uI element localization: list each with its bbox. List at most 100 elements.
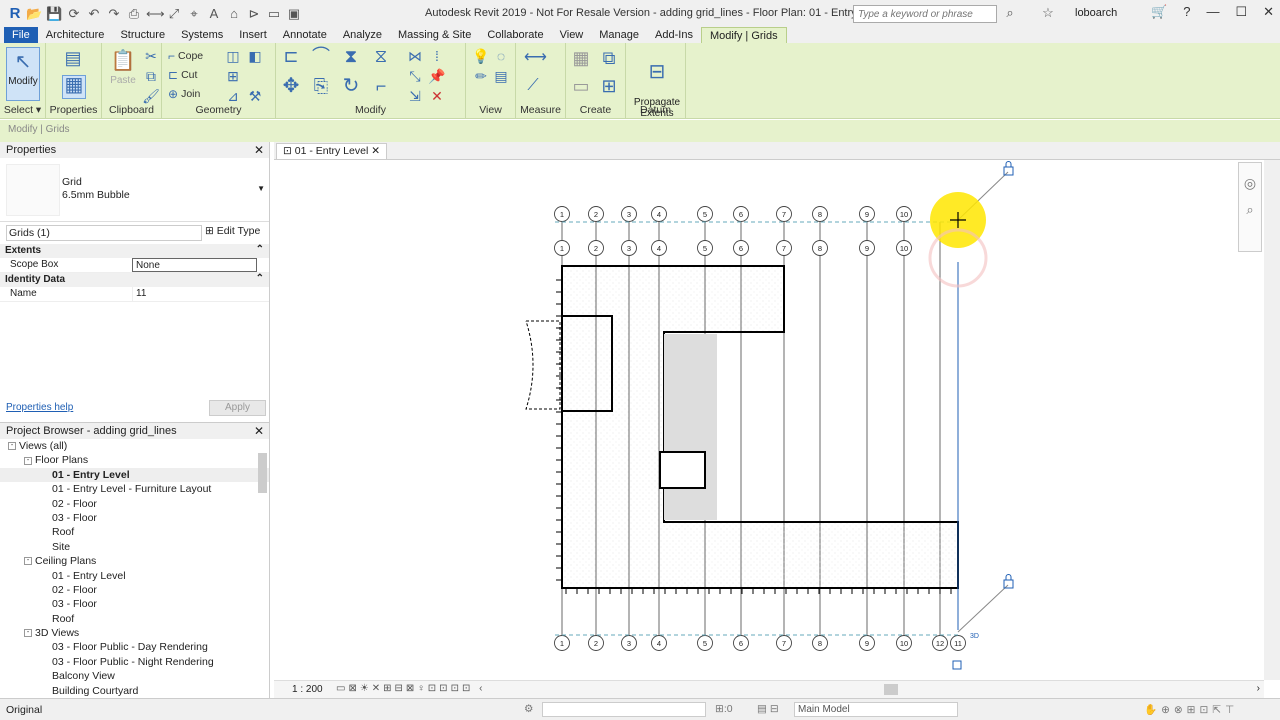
array-icon[interactable]: ⁞: [428, 47, 446, 65]
mirror-axis-icon[interactable]: ⧗: [342, 47, 360, 65]
maximize-icon[interactable]: ☐: [1235, 4, 1247, 20]
match-type-icon[interactable]: 🖌: [142, 87, 160, 105]
print-icon[interactable]: ⎙: [126, 6, 142, 22]
section-extents[interactable]: Extents ⌃: [0, 244, 269, 258]
edit-type-button[interactable]: ⊞ Edit Type: [205, 225, 260, 237]
design-options-icon[interactable]: ▤ ⊟: [757, 703, 779, 715]
cope-button[interactable]: ⌐ Cope: [168, 49, 203, 63]
expand-toggle-icon[interactable]: -: [24, 557, 32, 566]
copy-element-icon[interactable]: ⎘: [312, 77, 330, 95]
browser-item[interactable]: 02 - Floor: [0, 497, 269, 511]
tab-collaborate[interactable]: Collaborate: [479, 27, 551, 43]
show-bubble-checkbox[interactable]: [952, 660, 962, 670]
scale-icon[interactable]: ⤡: [406, 67, 424, 85]
select-dropdown[interactable]: Select ▾: [0, 104, 45, 116]
steering-wheel-icon[interactable]: ◎: [1239, 175, 1261, 192]
measure-between-icon[interactable]: ⟷: [524, 49, 547, 67]
mirror-draw-icon[interactable]: ⧖: [372, 47, 390, 65]
instance-filter[interactable]: Grids (1): [6, 225, 202, 241]
section-icon[interactable]: ⊳: [246, 6, 262, 22]
browser-item[interactable]: -3D Views: [0, 626, 269, 640]
browser-item[interactable]: 01 - Entry Level: [0, 569, 269, 583]
close-icon[interactable]: ✕: [371, 145, 380, 157]
split-icon[interactable]: ⋈: [406, 47, 424, 65]
dimension-3d-label[interactable]: 3D: [970, 633, 979, 640]
rotate-icon[interactable]: ↻: [342, 76, 360, 96]
text-icon[interactable]: A: [206, 6, 222, 22]
cut-icon[interactable]: ✂: [142, 47, 160, 65]
sync-icon[interactable]: ⟳: [66, 6, 82, 22]
browser-scrollbar[interactable]: [258, 453, 267, 493]
type-selector[interactable]: Grid 6.5mm Bubble ▼: [0, 158, 269, 222]
redo-icon[interactable]: ↷: [106, 6, 122, 22]
star-icon[interactable]: ☆: [1040, 5, 1056, 21]
user-name[interactable]: loboarch: [1075, 7, 1117, 19]
canvas-scrollbar[interactable]: [1264, 160, 1280, 680]
split-face-icon[interactable]: ◫: [224, 47, 242, 65]
browser-item[interactable]: Building Courtyard: [0, 684, 269, 697]
pin-icon[interactable]: 📌: [428, 67, 446, 85]
collapse-icon[interactable]: ⌃: [256, 244, 264, 255]
tab-modify-grids[interactable]: Modify | Grids: [700, 27, 787, 43]
modify-button[interactable]: ↖ Modify: [6, 47, 40, 101]
close-icon[interactable]: ✕: [254, 424, 264, 438]
create-assembly-icon[interactable]: ▦: [572, 49, 590, 67]
browser-item[interactable]: - Floor Plans: [0, 453, 269, 467]
help-icon[interactable]: ?: [1183, 4, 1190, 20]
section-identity-data[interactable]: Identity Data ⌃: [0, 273, 269, 287]
selection-filter-icons[interactable]: ✋⊕⊗⊞⊡⇱⊤: [1144, 703, 1238, 716]
open-icon[interactable]: 📂: [26, 6, 42, 22]
browser-item[interactable]: 03 - Floor: [0, 597, 269, 611]
paint-icon[interactable]: ◧: [246, 47, 264, 65]
tab-file[interactable]: File: [4, 27, 38, 43]
propagate-extents-button[interactable]: ⊟ Propagate Extents: [630, 47, 684, 119]
cut-geometry-button[interactable]: ⊏ Cut: [168, 68, 197, 82]
join-button[interactable]: ⊕ Join: [168, 87, 200, 101]
binoculars-icon[interactable]: ⌕: [1002, 5, 1018, 21]
unpin-icon[interactable]: ⇲: [406, 87, 424, 105]
view-control-icons[interactable]: ▭⊠☀✕⊞⊟⊠♀⊡⊡⊡⊡ ‹: [336, 683, 485, 694]
tab-massing-site[interactable]: Massing & Site: [390, 27, 479, 43]
browser-item[interactable]: - Ceiling Plans: [0, 554, 269, 568]
close-icon[interactable]: ✕: [1263, 4, 1274, 20]
type-properties-icon[interactable]: ▤: [64, 49, 82, 67]
tab-manage[interactable]: Manage: [591, 27, 647, 43]
expand-toggle-icon[interactable]: -: [24, 456, 32, 465]
minimize-icon[interactable]: —: [1206, 4, 1219, 20]
tag-icon[interactable]: ⌖: [186, 6, 202, 22]
browser-item[interactable]: Site: [0, 540, 269, 554]
view-tab-entry-level[interactable]: ⊡ 01 - Entry Level ✕: [276, 143, 388, 159]
editing-icon[interactable]: ⊞:0: [715, 703, 733, 715]
properties-icon[interactable]: ▦: [62, 75, 86, 99]
close-icon[interactable]: ✕: [254, 143, 264, 157]
hide-icon[interactable]: 💡: [472, 47, 490, 65]
undo-icon[interactable]: ↶: [86, 6, 102, 22]
worksets-icon[interactable]: ⚙: [524, 703, 533, 715]
apply-button[interactable]: Apply: [209, 400, 266, 416]
offset-icon[interactable]: ⌒: [312, 47, 330, 65]
thin-lines-icon[interactable]: ▭: [266, 6, 282, 22]
aligned-dimension-icon[interactable]: ⟋: [524, 77, 542, 95]
browser-item[interactable]: 03 - Floor Public - Day Rendering: [0, 640, 269, 654]
scope-box-field[interactable]: None: [132, 258, 257, 272]
copy-icon[interactable]: ⧉: [142, 67, 160, 85]
browser-item[interactable]: - Views (all): [0, 439, 269, 453]
drawing-canvas[interactable]: 1 2 3 4 5 6 7 8 9 101 2 3 4 5 6 7 8 9 101 2 3 4 5 6 7 8 9 10 12 11 3D: [274, 160, 1264, 680]
3d-view-icon[interactable]: ⌂: [226, 6, 242, 22]
browser-item[interactable]: Roof: [0, 612, 269, 626]
save-icon[interactable]: 💾: [46, 6, 62, 22]
dimension-icon[interactable]: ⤢: [166, 6, 182, 22]
tab-insert[interactable]: Insert: [231, 27, 275, 43]
create-parts-icon[interactable]: ⧉: [600, 49, 618, 67]
browser-item[interactable]: 02 - Floor: [0, 583, 269, 597]
chevron-down-icon[interactable]: ▼: [257, 184, 265, 193]
browser-item[interactable]: Roof: [0, 525, 269, 539]
name-field[interactable]: 11: [132, 287, 269, 301]
expand-toggle-icon[interactable]: -: [24, 629, 32, 638]
demolish-icon[interactable]: ⊿: [224, 87, 242, 105]
delete-icon[interactable]: ✕: [428, 87, 446, 105]
override-icon[interactable]: ◌: [492, 47, 510, 65]
browser-item[interactable]: Balcony View: [0, 669, 269, 683]
linework-icon[interactable]: ✏: [472, 67, 490, 85]
tab-analyze[interactable]: Analyze: [335, 27, 390, 43]
